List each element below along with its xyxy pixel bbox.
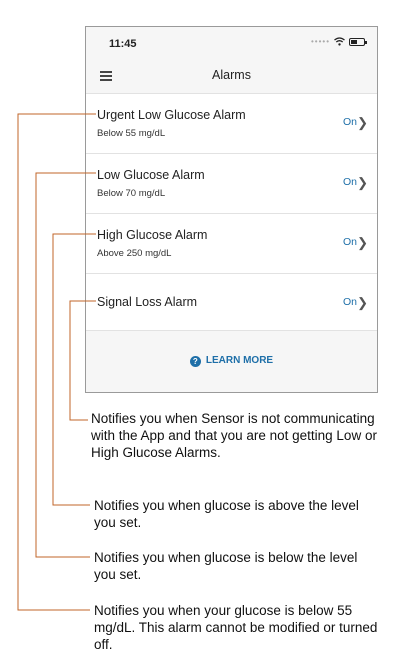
callout-high: Notifies you when glucose is above the l… <box>94 498 359 530</box>
callout-line-high <box>52 233 96 506</box>
callout-urgent-low: Notifies you when your glucose is below … <box>94 603 378 652</box>
callout-line-signal-loss <box>69 300 96 421</box>
callout-line-low <box>35 172 96 558</box>
callout-signal-loss: Notifies you when Sensor is not communic… <box>91 411 377 460</box>
callout-low: Notifies you when glucose is below the l… <box>94 550 358 582</box>
callout-line-urgent-low <box>17 113 96 611</box>
